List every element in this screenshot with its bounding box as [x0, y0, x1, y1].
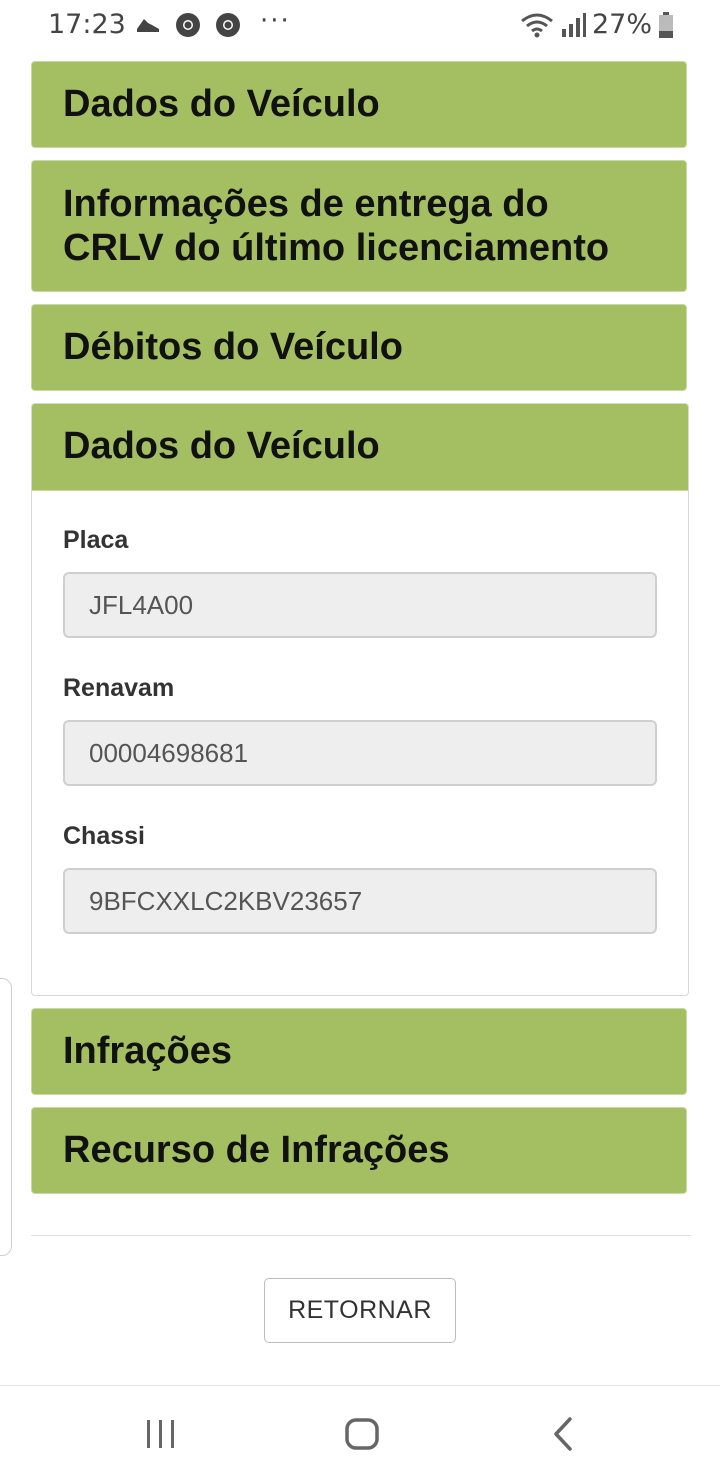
- renavam-label: Renavam: [63, 674, 175, 702]
- battery-icon: [659, 11, 673, 38]
- panel-dados-veiculo-expanded: Dados do Veículo Placa JFL4A00 Renavam 0…: [31, 403, 689, 996]
- signal-icon: [561, 12, 586, 37]
- chrome-icon: [216, 13, 240, 37]
- panel-header[interactable]: Dados do Veículo: [32, 404, 688, 491]
- panel-entrega-crlv[interactable]: Informações de entrega do CRLV do último…: [31, 160, 687, 292]
- panel-dados-veiculo[interactable]: Dados do Veículo: [31, 61, 687, 148]
- panel-title: Débitos do Veículo: [63, 326, 403, 368]
- return-button[interactable]: RETORNAR: [264, 1278, 456, 1343]
- panel-title: Dados do Veículo: [63, 83, 380, 125]
- running-shoe-icon: [137, 19, 159, 32]
- placa-field[interactable]: JFL4A00: [63, 572, 657, 638]
- chassi-field[interactable]: 9BFCXXLC2KBV23657: [63, 868, 657, 934]
- wifi-icon: [521, 13, 553, 37]
- status-bar: 17:23 ··· 27%: [0, 0, 720, 50]
- divider: [31, 1235, 691, 1236]
- panel-title: Recurso de Infrações: [63, 1129, 450, 1171]
- status-time: 17:23: [48, 9, 126, 40]
- panel-title: Infrações: [63, 1030, 232, 1072]
- panel-title: Informações de entrega do CRLV do último…: [63, 182, 666, 270]
- chassi-label: Chassi: [63, 822, 145, 850]
- panel-infracoes[interactable]: Infrações: [31, 1008, 687, 1095]
- panel-title: Dados do Veículo: [63, 425, 380, 467]
- placa-label: Placa: [63, 526, 129, 554]
- edge-panel-handle[interactable]: [0, 978, 12, 1256]
- panel-title-line-1: Informações de entrega do: [63, 183, 549, 225]
- recent-apps-icon[interactable]: [141, 1414, 181, 1454]
- panel-title-line-2: CRLV do último licenciamento: [63, 227, 610, 269]
- more-notifications-icon: ···: [260, 6, 291, 36]
- back-icon[interactable]: [544, 1414, 584, 1454]
- panel-recurso-infracoes[interactable]: Recurso de Infrações: [31, 1107, 687, 1194]
- renavam-field[interactable]: 00004698681: [63, 720, 657, 786]
- home-icon[interactable]: [342, 1414, 382, 1454]
- panel-debitos-veiculo[interactable]: Débitos do Veículo: [31, 304, 687, 391]
- battery-percent: 27%: [591, 9, 652, 40]
- chrome-icon: [176, 13, 200, 37]
- navigation-bar: [0, 1385, 720, 1481]
